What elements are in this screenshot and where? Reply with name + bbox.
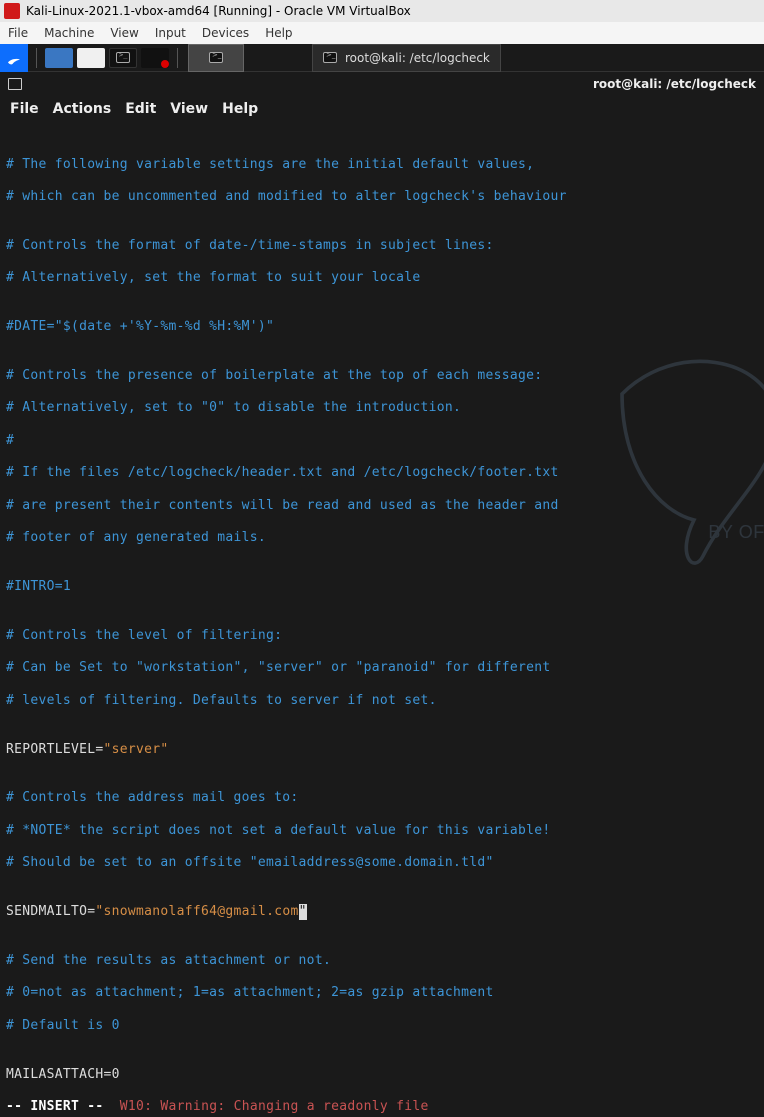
taskbar-separator <box>36 48 37 68</box>
sendmailto-key: SENDMAILTO= <box>6 904 95 919</box>
terminal-window: root@kali: /etc/logcheck File Actions Ed… <box>0 72 764 1117</box>
taskbar-window-terminal-label: root@kali: /etc/logcheck <box>345 51 490 65</box>
terminal-menu-view[interactable]: View <box>170 101 208 117</box>
vim-mode: -- INSERT -- <box>6 1099 104 1114</box>
taskbar-app-icon-2[interactable] <box>77 48 105 68</box>
taskbar-window-terminal[interactable]: root@kali: /etc/logcheck <box>312 44 501 72</box>
comment-line: # <box>6 433 758 449</box>
reportlevel-line: REPORTLEVEL="server" <box>6 742 758 758</box>
comment-line: # *NOTE* the script does not set a defau… <box>6 823 758 839</box>
terminal-menu-help[interactable]: Help <box>222 101 258 117</box>
vm-titlebar: Kali-Linux-2021.1-vbox-amd64 [Running] -… <box>0 0 764 22</box>
vbox-menu-help[interactable]: Help <box>265 26 292 40</box>
reportlevel-key: REPORTLEVEL= <box>6 742 104 757</box>
terminal-titlebar: root@kali: /etc/logcheck <box>0 72 764 96</box>
comment-line: # Default is 0 <box>6 1018 758 1034</box>
comment-line: #INTRO=1 <box>6 579 758 595</box>
comment-line: # Should be set to an offsite "emailaddr… <box>6 855 758 871</box>
comment-line: # Alternatively, set to "0" to disable t… <box>6 400 758 416</box>
comment-line: # Controls the presence of boilerplate a… <box>6 368 758 384</box>
vim-status-line: -- INSERT -- W10: Warning: Changing a re… <box>6 1099 758 1115</box>
terminal-menu-file[interactable]: File <box>10 101 39 117</box>
comment-line: # levels of filtering. Defaults to serve… <box>6 693 758 709</box>
mailasattach-line: MAILASATTACH=0 <box>6 1067 758 1083</box>
vbox-menu-devices[interactable]: Devices <box>202 26 249 40</box>
comment-line: # If the files /etc/logcheck/header.txt … <box>6 465 758 481</box>
reportlevel-value: "server" <box>104 742 169 757</box>
vim-warning: W10: Warning: Changing a readonly file <box>120 1099 429 1114</box>
kali-taskbar: root@kali: /etc/logcheck <box>0 44 764 72</box>
sendmailto-line: SENDMAILTO="snowmanolaff64@gmail.com" <box>6 904 758 920</box>
terminal-menu-edit[interactable]: Edit <box>125 101 156 117</box>
vbox-menu-file[interactable]: File <box>8 26 28 40</box>
taskbar-terminal-icon[interactable] <box>109 48 137 68</box>
vbox-menubar: File Machine View Input Devices Help <box>0 22 764 44</box>
comment-line: # Alternatively, set the format to suit … <box>6 270 758 286</box>
comment-line: # are present their contents will be rea… <box>6 498 758 514</box>
comment-line: #DATE="$(date +'%Y-%m-%d %H:%M')" <box>6 319 758 335</box>
comment-line: # Controls the level of filtering: <box>6 628 758 644</box>
taskbar-app-icon-1[interactable] <box>45 48 73 68</box>
terminal-menu-actions[interactable]: Actions <box>53 101 112 117</box>
kali-menu-icon[interactable] <box>0 44 28 72</box>
terminal-titlebar-icon <box>8 78 22 90</box>
comment-line: # Controls the address mail goes to: <box>6 790 758 806</box>
comment-line: # Can be Set to "workstation", "server" … <box>6 660 758 676</box>
taskbar-app-icon-4[interactable] <box>141 48 169 68</box>
vbox-menu-machine[interactable]: Machine <box>44 26 94 40</box>
comment-line: # which can be uncommented and modified … <box>6 189 758 205</box>
taskbar-window-active[interactable] <box>188 44 244 72</box>
comment-line: # 0=not as attachment; 1=as attachment; … <box>6 985 758 1001</box>
terminal-content[interactable]: BY OF # The following variable settings … <box>0 122 764 1117</box>
comment-line: # Send the results as attachment or not. <box>6 953 758 969</box>
terminal-cursor: " <box>299 904 307 920</box>
terminal-menubar: File Actions Edit View Help <box>0 96 764 122</box>
taskbar-separator-2 <box>177 48 178 68</box>
terminal-title-text: root@kali: /etc/logcheck <box>593 77 756 91</box>
comment-line: # Controls the format of date-/time-stam… <box>6 238 758 254</box>
comment-line: # footer of any generated mails. <box>6 530 758 546</box>
sendmailto-value: "snowmanolaff64@gmail.com <box>95 904 298 919</box>
vm-title-text: Kali-Linux-2021.1-vbox-amd64 [Running] -… <box>26 4 411 18</box>
comment-line: # The following variable settings are th… <box>6 157 758 173</box>
vbox-menu-input[interactable]: Input <box>155 26 186 40</box>
vbox-menu-view[interactable]: View <box>110 26 138 40</box>
virtualbox-icon <box>4 3 20 19</box>
